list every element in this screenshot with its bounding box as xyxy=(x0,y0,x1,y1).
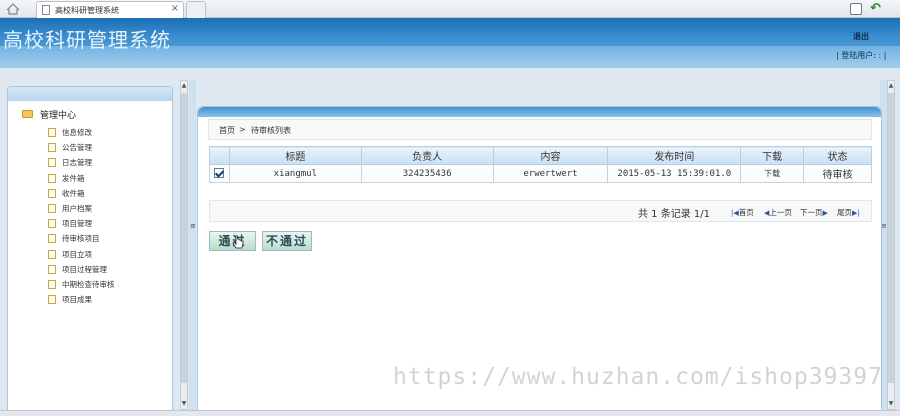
back-arrow-icon[interactable]: ↶ xyxy=(870,1,881,16)
page-icon xyxy=(48,234,56,244)
scrollbar-thumb[interactable] xyxy=(181,93,187,383)
download-link[interactable]: 下载 xyxy=(740,164,805,183)
left-splitter[interactable]: ≡ xyxy=(189,80,196,410)
app-title: 高校科研管理系统 xyxy=(3,28,171,52)
sidebar-item-label: 项目成果 xyxy=(62,295,92,305)
last-page-label: 尾页 xyxy=(837,208,852,217)
page-icon xyxy=(48,188,56,198)
first-page-label: 首页 xyxy=(738,208,754,217)
scroll-down-icon[interactable]: ▼ xyxy=(888,400,894,408)
sidebar-item-label: 用户档案 xyxy=(62,203,92,213)
row-select-cell[interactable] xyxy=(209,164,230,183)
prev-page-label: 上一页 xyxy=(769,208,792,217)
tree-root-label: 管理中心 xyxy=(40,111,77,121)
page-icon xyxy=(48,264,56,274)
login-user-info: | 登陆用户: : | xyxy=(836,51,887,60)
cell-status: 待审核 xyxy=(803,164,872,183)
home-icon[interactable] xyxy=(6,3,20,15)
row-checkbox[interactable] xyxy=(214,168,225,179)
next-page-label: 下一页 xyxy=(800,208,823,217)
page-icon[interactable] xyxy=(850,3,862,15)
app-header: 高校科研管理系统 退出 | 登陆用户: : | xyxy=(0,18,900,68)
page-icon xyxy=(48,143,56,153)
page-icon xyxy=(48,295,56,305)
scroll-down-icon[interactable]: ▼ xyxy=(181,400,187,408)
page-icon xyxy=(48,158,56,168)
first-page-link[interactable]: |◀首页 xyxy=(731,207,754,218)
main-scrollbar[interactable]: ▲ ▼ xyxy=(887,80,895,410)
cell-time: 2015-05-13 15:39:01.0 xyxy=(607,164,742,183)
reject-button[interactable]: 不通过 xyxy=(262,231,312,251)
table-row[interactable]: xiangmul 324235436 erwertwert 2015-05-13… xyxy=(209,164,872,183)
page-icon xyxy=(48,219,56,229)
table-header-row: 标题 负责人 内容 发布时间 下载 状态 xyxy=(209,146,872,165)
browser-tab[interactable]: 高校科研管理系统 × xyxy=(36,1,184,18)
prev-page-link[interactable]: ◀上一页 xyxy=(764,207,792,218)
sidebar-header xyxy=(8,87,172,101)
breadcrumb-home[interactable]: 首页 xyxy=(219,125,235,136)
cell-title: xiangmul xyxy=(228,164,362,183)
next-page-icon: ▶ xyxy=(822,209,828,217)
column-header-download[interactable]: 下载 xyxy=(740,146,805,165)
breadcrumb-separator: > xyxy=(239,125,246,134)
sidebar-item-label: 中期检查待审核 xyxy=(62,279,115,289)
hand-cursor-icon xyxy=(232,235,244,249)
scroll-up-icon[interactable]: ▲ xyxy=(888,82,894,90)
next-page-link[interactable]: 下一页▶ xyxy=(800,207,828,218)
breadcrumb-current: 待审核列表 xyxy=(251,126,291,135)
column-header-title[interactable]: 标题 xyxy=(228,146,362,165)
folder-open-icon xyxy=(22,110,33,118)
sidebar-item-label: 待审核项目 xyxy=(62,234,100,244)
logout-link[interactable]: 退出 xyxy=(853,31,869,42)
column-header-status[interactable]: 状态 xyxy=(803,146,872,165)
page-icon xyxy=(48,173,56,183)
sidebar: 管理中心 信息修改 公告管理 日志管理 发件箱 收件箱 用户档案 项目管理 待审… xyxy=(7,86,173,416)
sidebar-item-label: 发件箱 xyxy=(62,173,85,183)
cell-content: erwertwert xyxy=(492,164,609,183)
sidebar-item-label: 收件箱 xyxy=(62,188,85,198)
splitter-grip-icon: ≡ xyxy=(190,222,196,230)
last-page-icon: ▶| xyxy=(852,209,860,217)
select-column-header xyxy=(209,146,230,165)
sidebar-item-label: 项目立项 xyxy=(62,249,92,259)
pagination-summary: 共 1 条记录 1/1 xyxy=(638,209,710,220)
sidebar-item-label: 信息修改 xyxy=(62,128,92,137)
last-page-link[interactable]: 尾页▶| xyxy=(837,207,860,218)
scroll-up-icon[interactable]: ▲ xyxy=(181,82,187,90)
page-icon xyxy=(48,279,56,289)
page-icon xyxy=(48,203,56,213)
cell-owner: 324235436 xyxy=(360,164,494,183)
first-page-icon: |◀ xyxy=(731,209,739,217)
page-icon xyxy=(48,128,56,137)
document-icon xyxy=(42,5,50,15)
sidebar-item-label: 项目管理 xyxy=(62,219,92,229)
page-icon xyxy=(48,249,56,259)
close-icon[interactable]: × xyxy=(171,3,179,14)
pagination: 共 1 条记录 1/1 |◀首页 ◀上一页 下一页▶ 尾页▶| xyxy=(209,200,872,222)
breadcrumb: 首页 > 待审核列表 xyxy=(208,119,872,140)
main-panel-header xyxy=(198,107,881,117)
column-header-owner[interactable]: 负责人 xyxy=(360,146,494,165)
sidebar-item-label: 项目过程管理 xyxy=(62,264,107,274)
sidebar-scrollbar[interactable]: ▲ ▼ xyxy=(180,80,188,410)
browser-status-bar xyxy=(0,410,900,416)
browser-tab-title: 高校科研管理系统 xyxy=(55,6,119,15)
column-header-time[interactable]: 发布时间 xyxy=(607,146,742,165)
watermark: https://www.huzhan.com/ishop39397 xyxy=(393,364,883,390)
scrollbar-thumb[interactable] xyxy=(888,93,894,383)
new-tab-button[interactable] xyxy=(186,1,206,18)
sidebar-item-label: 日志管理 xyxy=(62,158,92,168)
browser-tab-bar: 高校科研管理系统 × ↶ xyxy=(0,0,900,18)
column-header-content[interactable]: 内容 xyxy=(492,146,609,165)
sidebar-item-label: 公告管理 xyxy=(62,143,92,153)
pending-review-table: 标题 负责人 内容 发布时间 下载 状态 xiangmul 324235436 … xyxy=(209,146,872,183)
